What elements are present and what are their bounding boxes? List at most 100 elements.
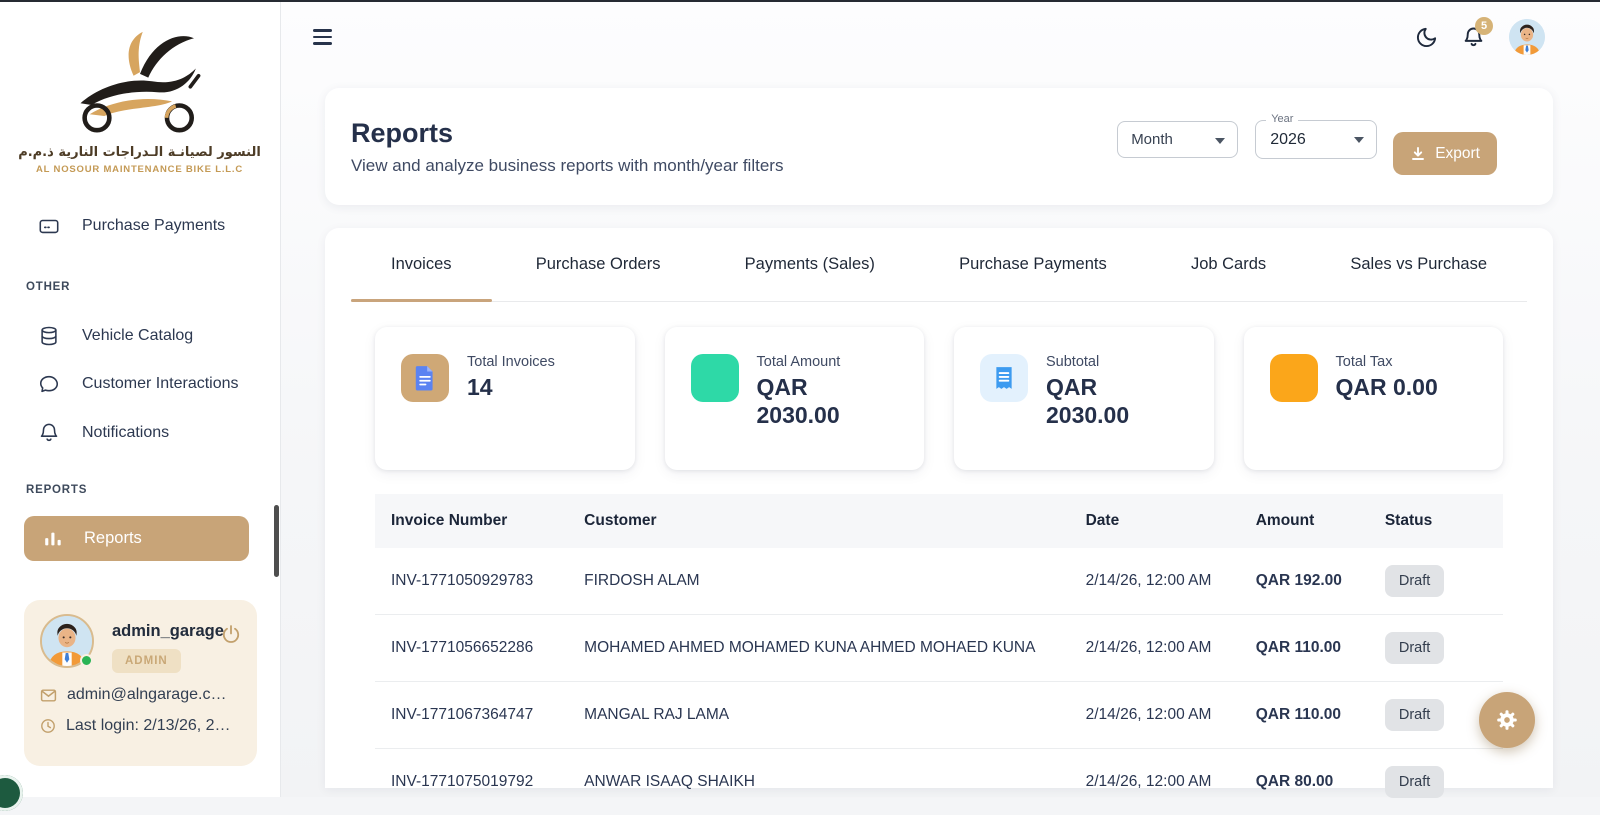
last-login-row: Last login: 2/13/26, 2…	[40, 717, 243, 735]
year-filter-label: Year	[1266, 113, 1298, 125]
tab-purchase-payments[interactable]: Purchase Payments	[919, 228, 1147, 301]
dark-mode-toggle[interactable]	[1415, 26, 1438, 49]
invoice-number: INV-1771075019792	[375, 749, 568, 815]
window-top-edge	[0, 0, 1600, 2]
column-invoice-number: Invoice Number	[375, 494, 568, 548]
summary-card-label: Total Invoices	[467, 354, 555, 370]
page-title: Reports	[351, 118, 783, 149]
user-email: admin@alngarage.c…	[67, 686, 226, 704]
invoice-amount: QAR 110.00	[1240, 682, 1369, 749]
wallet-icon	[38, 215, 60, 237]
customer-name: MOHAMED AHMED MOHAMED KUNA AHMED MOHAED …	[568, 615, 1069, 682]
customer-name: FIRDOSH ALAM	[568, 548, 1069, 615]
table-row[interactable]: INV-1771056652286 MOHAMED AHMED MOHAMED …	[375, 615, 1503, 682]
tab-sales-vs-purchase[interactable]: Sales vs Purchase	[1310, 228, 1527, 301]
invoice-document-icon	[401, 354, 449, 402]
sidebar-item-purchase-payments[interactable]: Purchase Payments	[24, 206, 250, 246]
clock-icon	[40, 718, 56, 734]
notification-count-badge: 5	[1475, 17, 1493, 35]
invoice-date: 2/14/26, 12:00 AM	[1070, 548, 1240, 615]
sidebar-item-label: Customer Interactions	[82, 375, 239, 393]
invoice-amount: QAR 110.00	[1240, 615, 1369, 682]
export-button[interactable]: Export	[1393, 132, 1497, 175]
bell-icon	[38, 422, 60, 444]
status-badge: Draft	[1385, 766, 1444, 798]
month-filter-select[interactable]: Month	[1117, 121, 1238, 158]
top-bar: 5	[281, 0, 1600, 74]
corner-decoration	[0, 775, 23, 811]
status-badge: Draft	[1385, 632, 1444, 664]
status-badge: Draft	[1385, 565, 1444, 597]
page-subtitle: View and analyze business reports with m…	[351, 156, 783, 176]
invoice-amount: QAR 80.00	[1240, 749, 1369, 815]
chevron-down-icon	[1215, 138, 1225, 144]
online-status-dot	[80, 654, 93, 667]
summary-card-label: Total Tax	[1336, 354, 1438, 370]
table-header-row: Invoice Number Customer Date Amount Stat…	[375, 494, 1503, 548]
summary-card-total-amount: Total Amount QAR 2030.00	[665, 327, 925, 470]
status-badge: Draft	[1385, 699, 1444, 731]
sidebar-section-other: OTHER	[26, 281, 70, 293]
menu-toggle-button[interactable]	[309, 25, 336, 48]
brand-name-arabic: النسور لصيانـة الـدراجات النارية ذ.م.م	[0, 145, 279, 160]
summary-card-value: QAR 2030.00	[1046, 374, 1171, 429]
download-icon	[1410, 146, 1426, 162]
summary-card-label: Total Amount	[757, 354, 882, 370]
summary-card-total-tax: Total Tax QAR 0.00	[1244, 327, 1504, 470]
sidebar-item-label: Notifications	[82, 424, 169, 442]
last-login: Last login: 2/13/26, 2…	[66, 717, 231, 735]
user-profile-card: admin_garage ADMIN admin@alngarage.c… La…	[24, 600, 257, 766]
role-badge: ADMIN	[112, 649, 181, 673]
summary-card-value: QAR 0.00	[1336, 374, 1438, 402]
summary-card-subtotal: Subtotal QAR 2030.00	[954, 327, 1214, 470]
tab-purchase-orders[interactable]: Purchase Orders	[496, 228, 701, 301]
moon-icon	[1415, 26, 1438, 49]
invoice-date: 2/14/26, 12:00 AM	[1070, 615, 1240, 682]
user-email-row: admin@alngarage.c…	[40, 686, 243, 704]
sidebar-item-reports-active[interactable]: Reports	[24, 516, 249, 561]
invoice-number: INV-1771067364747	[375, 682, 568, 749]
sidebar-item-notifications[interactable]: Notifications	[24, 413, 250, 453]
chat-icon	[38, 373, 60, 395]
sidebar: النسور لصيانـة الـدراجات النارية ذ.م.م A…	[0, 0, 281, 797]
username: admin_garage	[112, 622, 224, 641]
email-icon	[40, 687, 57, 704]
table-row[interactable]: INV-1771067364747 MANGAL RAJ LAMA 2/14/2…	[375, 682, 1503, 749]
receipt-icon	[980, 354, 1028, 402]
logout-power-icon[interactable]	[221, 624, 241, 644]
settings-fab-button[interactable]	[1479, 692, 1535, 748]
table-row[interactable]: INV-1771075019792 ANWAR ISAAQ SHAIKH 2/1…	[375, 749, 1503, 815]
page-header-card: Reports View and analyze business report…	[325, 88, 1553, 205]
year-filter-select[interactable]: Year 2026	[1255, 120, 1377, 159]
tab-invoices[interactable]: Invoices	[351, 228, 492, 301]
database-icon	[38, 325, 60, 347]
notifications-button[interactable]: 5	[1462, 26, 1485, 49]
tab-payments-sales[interactable]: Payments (Sales)	[705, 228, 915, 301]
reports-content-card: Invoices Purchase Orders Payments (Sales…	[325, 228, 1553, 788]
summary-card-value: QAR 2030.00	[757, 374, 882, 429]
summary-card-value: 14	[467, 374, 555, 402]
gear-icon	[1494, 707, 1520, 733]
bar-chart-icon	[42, 528, 64, 550]
sidebar-item-label: Vehicle Catalog	[82, 327, 193, 345]
column-date: Date	[1070, 494, 1240, 548]
invoice-date: 2/14/26, 12:00 AM	[1070, 682, 1240, 749]
sidebar-item-customer-interactions[interactable]: Customer Interactions	[24, 364, 250, 404]
invoice-date: 2/14/26, 12:00 AM	[1070, 749, 1240, 815]
invoice-number: INV-1771050929783	[375, 548, 568, 615]
table-row[interactable]: INV-1771050929783 FIRDOSH ALAM 2/14/26, …	[375, 548, 1503, 615]
export-button-label: Export	[1435, 145, 1480, 163]
profile-avatar-button[interactable]	[1509, 19, 1545, 55]
sidebar-item-label: Reports	[84, 529, 142, 548]
tax-icon	[1270, 354, 1318, 402]
sidebar-scrollbar-thumb[interactable]	[274, 505, 279, 577]
customer-name: ANWAR ISAAQ SHAIKH	[568, 749, 1069, 815]
customer-name: MANGAL RAJ LAMA	[568, 682, 1069, 749]
sidebar-item-vehicle-catalog[interactable]: Vehicle Catalog	[24, 316, 250, 356]
report-tabs: Invoices Purchase Orders Payments (Sales…	[351, 228, 1527, 302]
brand-name-english: AL NOSOUR MAINTENANCE BIKE L.L.C	[0, 164, 279, 175]
tab-job-cards[interactable]: Job Cards	[1151, 228, 1306, 301]
amount-icon	[691, 354, 739, 402]
chevron-down-icon	[1354, 137, 1364, 143]
brand-logo-block: النسور لصيانـة الـدراجات النارية ذ.م.م A…	[0, 0, 279, 212]
